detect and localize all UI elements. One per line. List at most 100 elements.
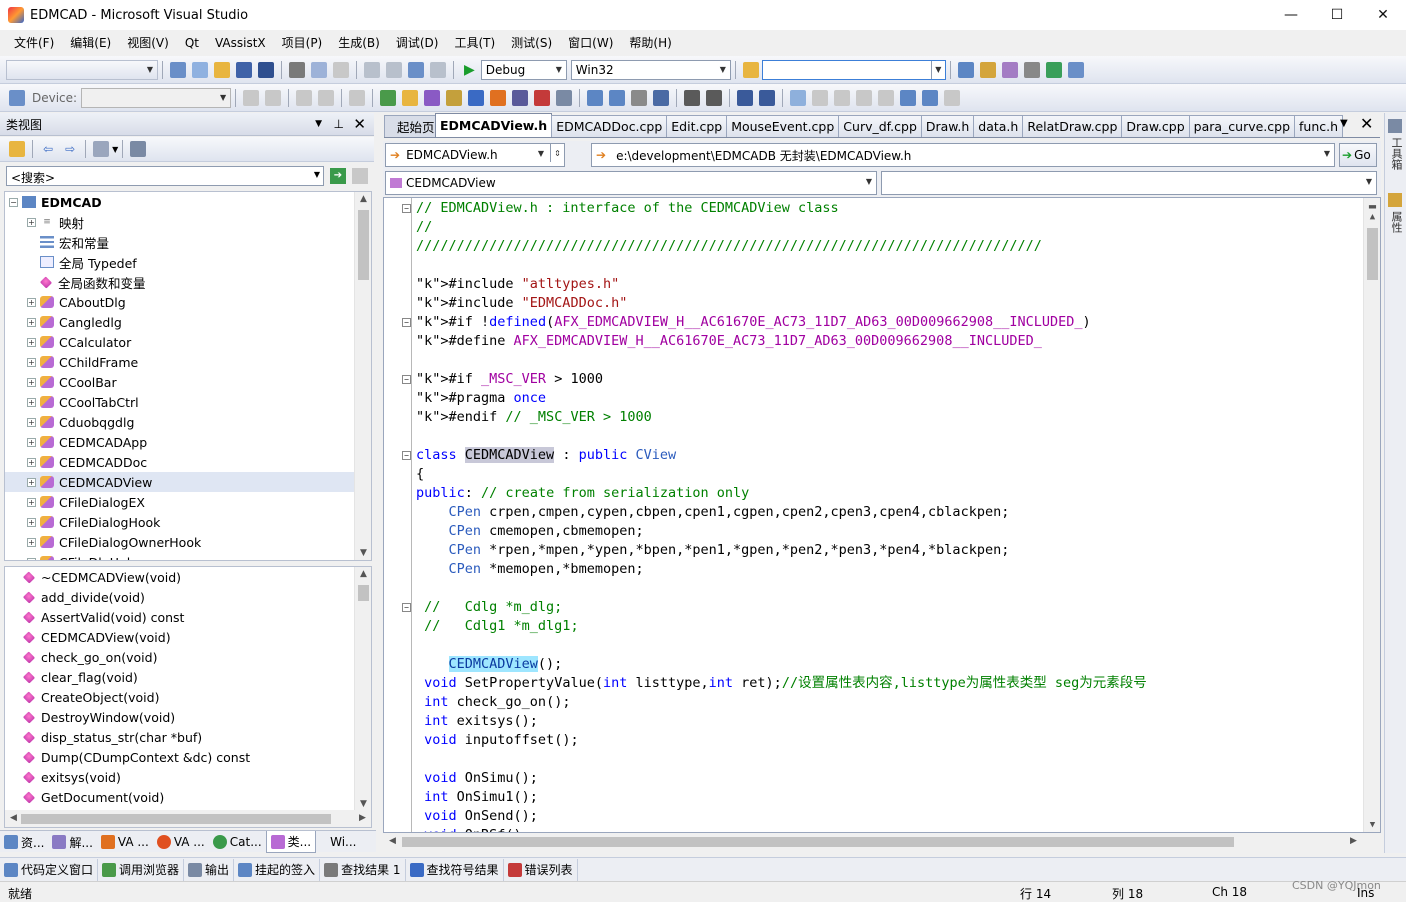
tree-item[interactable]: + CChildFrame: [5, 352, 371, 372]
member-item[interactable]: check_go_on(void): [5, 647, 371, 667]
fold-toggle-icon[interactable]: −: [402, 204, 411, 213]
doc-tab[interactable]: func.h: [1294, 115, 1344, 137]
scroll-thumb[interactable]: [1367, 228, 1378, 280]
fold-toggle-icon[interactable]: −: [402, 318, 411, 327]
member-item[interactable]: disp_status_str(char *buf): [5, 727, 371, 747]
menu-help[interactable]: 帮助(H): [621, 30, 679, 56]
menu-project[interactable]: 项目(P): [274, 30, 331, 56]
undo-icon[interactable]: [364, 61, 380, 78]
scroll-down-icon[interactable]: ▼: [355, 548, 371, 558]
solution-explorer-icon[interactable]: [957, 61, 974, 78]
member-item[interactable]: exitsys(void): [5, 767, 371, 787]
forward-icon[interactable]: ⇨: [65, 142, 75, 156]
members-scrollbar[interactable]: ▲ ▼: [354, 567, 371, 811]
tree-item[interactable]: + CCoolBar: [5, 372, 371, 392]
start-debug-icon[interactable]: ▶: [464, 62, 475, 78]
scroll-up-icon[interactable]: ▲: [355, 194, 371, 204]
expand-icon[interactable]: +: [27, 317, 36, 327]
tree-item[interactable]: 全局函数和变量: [5, 272, 371, 292]
tree-item[interactable]: + CCalculator: [5, 332, 371, 352]
tree-item[interactable]: + CFileDialogEX: [5, 492, 371, 512]
close-document-icon[interactable]: ✕: [1360, 114, 1373, 133]
va-goto-icon[interactable]: [446, 89, 463, 106]
va-open-file-icon[interactable]: [380, 89, 397, 106]
va-spell-icon[interactable]: [534, 89, 551, 106]
output-tab[interactable]: 查找结果 1: [320, 858, 406, 881]
member-item[interactable]: Dump(CDumpContext &dc) const: [5, 747, 371, 767]
fold-toggle-icon[interactable]: −: [402, 375, 411, 384]
tree-item[interactable]: + CEDMCADView: [5, 472, 371, 492]
file-combo[interactable]: ➔ EDMCADView.h ▼ ⇕: [385, 143, 565, 167]
comment-icon[interactable]: [737, 89, 754, 106]
start-page-icon[interactable]: [1045, 61, 1062, 78]
tree-item[interactable]: + CEDMCADDoc: [5, 452, 371, 472]
device-tools-icon[interactable]: [349, 89, 366, 106]
member-item[interactable]: CEDMCADView(void): [5, 627, 371, 647]
decrease-indent-icon[interactable]: [684, 89, 701, 106]
close-button[interactable]: ✕: [1360, 0, 1406, 30]
properties-icon[interactable]: [979, 61, 996, 78]
va-paste-icon[interactable]: [556, 89, 573, 106]
text-editor-icon-1[interactable]: [587, 89, 604, 106]
tree-item[interactable]: + CAboutDlg: [5, 292, 371, 312]
sort-icon[interactable]: [93, 141, 110, 157]
prev-bookmark-doc-icon[interactable]: [900, 89, 917, 106]
tab-va-outline[interactable]: VA ...: [97, 831, 153, 853]
output-tab[interactable]: 调用浏览器: [98, 858, 185, 881]
va-references-icon[interactable]: [468, 89, 485, 106]
doc-tab[interactable]: Curv_df.cpp: [838, 115, 922, 137]
toolbar-combo-empty[interactable]: ▼: [6, 59, 158, 80]
tab-resource-view[interactable]: 资...: [0, 831, 48, 853]
panel-menu-icon[interactable]: ▼: [315, 119, 322, 129]
va-outline-icon[interactable]: [512, 89, 529, 106]
next-bookmark-doc-icon[interactable]: [922, 89, 939, 106]
doc-tab[interactable]: Draw.h: [920, 115, 975, 137]
open-file-icon[interactable]: [214, 61, 230, 78]
properties-tab[interactable]: 属性: [1388, 193, 1404, 236]
va-folder-icon[interactable]: [402, 89, 419, 106]
members-hscrollbar[interactable]: ◀ ▶: [5, 810, 371, 827]
platform-combo[interactable]: Win32 ▼: [570, 59, 731, 80]
tab-list-icon[interactable]: ▼: [1340, 118, 1348, 129]
member-combo[interactable]: ▼: [881, 171, 1377, 195]
doc-tab[interactable]: EDMCADView.h: [435, 113, 553, 137]
member-item[interactable]: add_divide(void): [5, 587, 371, 607]
config-combo[interactable]: Debug ▼: [480, 59, 567, 80]
editor-hscrollbar[interactable]: ◀ ▶: [384, 833, 1362, 850]
parameter-info-icon[interactable]: [631, 89, 648, 106]
output-tab[interactable]: 查找符号结果: [406, 858, 504, 881]
word-completion-icon[interactable]: [653, 89, 670, 106]
expand-icon[interactable]: +: [27, 417, 36, 427]
fold-toggle-icon[interactable]: −: [402, 603, 411, 612]
tab-catalog[interactable]: Cat...: [209, 831, 266, 853]
object-browser-icon[interactable]: [1001, 61, 1018, 78]
bookmark-icon[interactable]: [790, 89, 807, 106]
expand-icon[interactable]: +: [27, 357, 36, 367]
va-rename-icon[interactable]: [490, 89, 507, 106]
minimize-button[interactable]: —: [1268, 0, 1314, 30]
find-combo[interactable]: ▼: [761, 59, 946, 80]
tab-va-view[interactable]: VA ...: [153, 831, 209, 853]
menu-vassistx[interactable]: VAssistX: [207, 30, 274, 56]
expand-icon[interactable]: +: [27, 497, 36, 507]
doc-tab[interactable]: MouseEvent.cpp: [726, 115, 840, 137]
scroll-thumb[interactable]: [358, 585, 369, 601]
prev-bookmark-folder-icon[interactable]: [856, 89, 873, 106]
command-window-icon[interactable]: [1067, 61, 1084, 78]
next-bookmark-icon[interactable]: [834, 89, 851, 106]
member-item[interactable]: AssertValid(void) const: [5, 607, 371, 627]
toolbox-icon[interactable]: [1023, 61, 1040, 78]
scroll-left-icon[interactable]: ◀: [5, 813, 22, 823]
collapse-icon[interactable]: −: [9, 197, 18, 207]
expand-icon[interactable]: +: [27, 377, 36, 387]
tab-window[interactable]: Wi...: [316, 831, 360, 853]
scroll-thumb[interactable]: [21, 814, 331, 824]
redo-icon[interactable]: [386, 61, 402, 78]
tree-item[interactable]: + Cduobqgdlg: [5, 412, 371, 432]
device-settings-icon[interactable]: [318, 89, 335, 106]
output-tab[interactable]: 输出: [184, 858, 235, 881]
expand-icon[interactable]: +: [27, 437, 36, 447]
device-options-icon[interactable]: [265, 89, 282, 106]
menu-build[interactable]: 生成(B): [330, 30, 388, 56]
class-tree-scrollbar[interactable]: ▲ ▼: [354, 192, 371, 560]
